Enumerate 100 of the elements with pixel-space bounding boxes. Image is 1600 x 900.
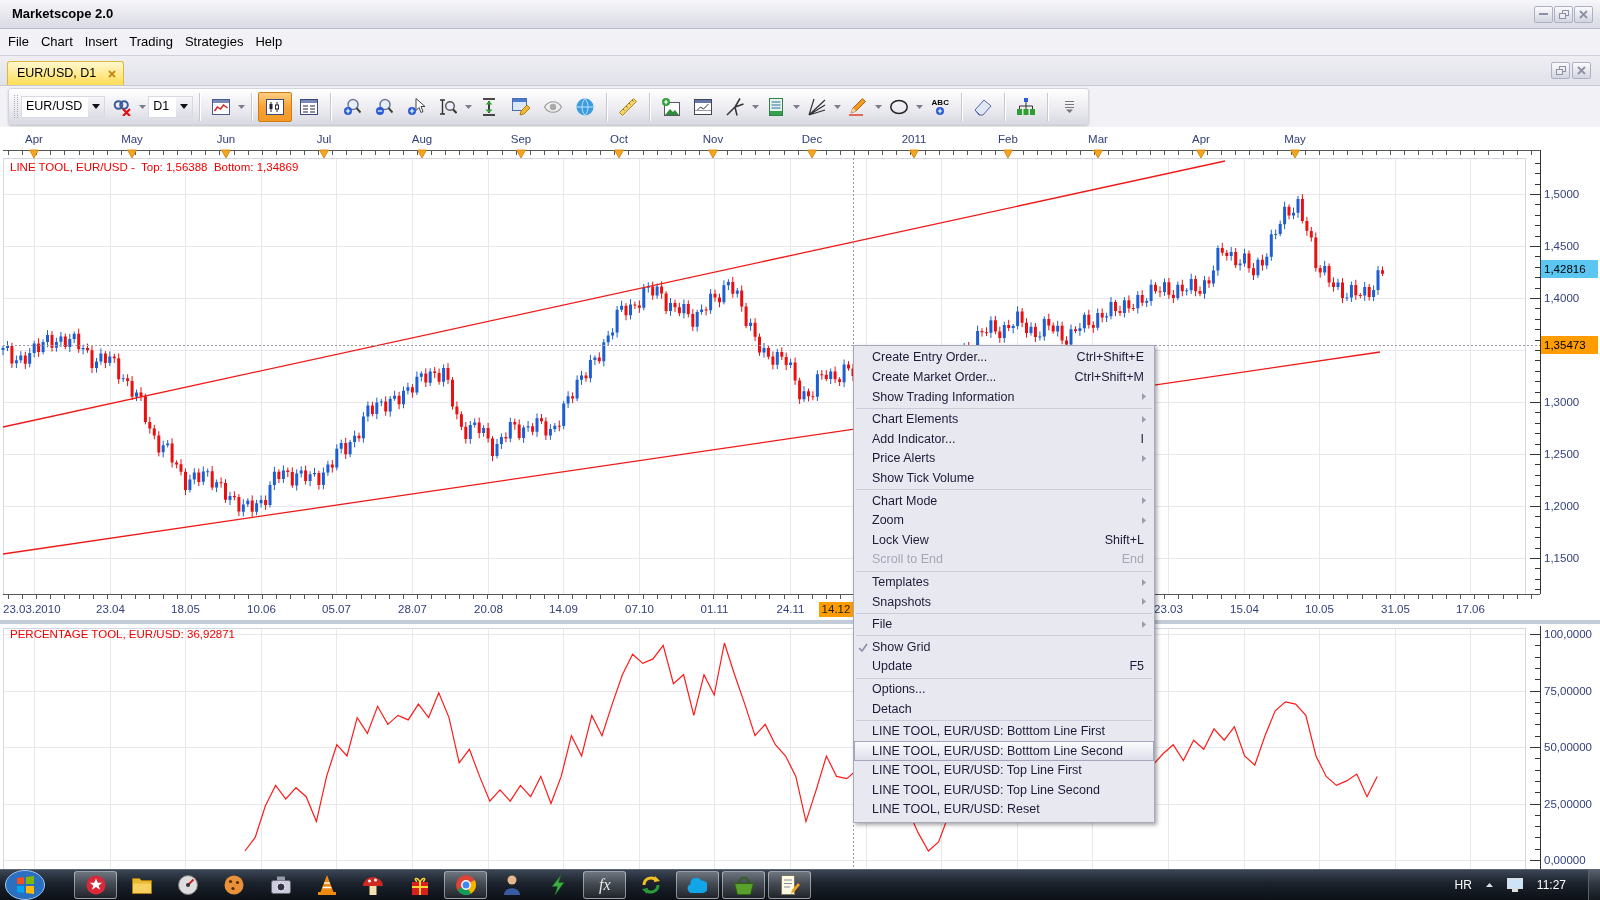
date-label: 23.04 (96, 603, 125, 615)
gift-icon[interactable] (409, 875, 430, 895)
context-menu-item[interactable]: Options... (854, 679, 1154, 700)
context-menu-item[interactable]: Chart Mode (854, 491, 1154, 511)
context-menu-item[interactable]: Show Trading Information (854, 387, 1154, 407)
range-zoom-icon[interactable] (439, 97, 458, 116)
context-menu-item[interactable]: Show Grid (854, 637, 1154, 657)
clock[interactable]: 11:27 (1536, 876, 1566, 894)
context-menu-item[interactable]: File (854, 614, 1154, 635)
gauge-icon[interactable] (178, 875, 199, 895)
chart-window-icon[interactable] (694, 97, 713, 116)
context-menu-item[interactable]: LINE TOOL, EUR/USD: Top Line First (854, 760, 1154, 781)
context-menu-item[interactable]: Templates (854, 572, 1154, 593)
cursor-plus-icon[interactable] (407, 97, 426, 116)
context-menu-item[interactable]: Update F5 (854, 656, 1154, 677)
pencil-icon[interactable] (849, 97, 868, 116)
menu-item[interactable]: Chart (34, 32, 79, 52)
image-plus-icon[interactable] (662, 97, 681, 116)
month-label: Sep (510, 133, 532, 145)
ruler-icon[interactable] (619, 97, 638, 116)
month-label: Aug (411, 133, 433, 145)
restore-button[interactable] (1551, 62, 1570, 79)
zoom-in-icon[interactable] (343, 97, 362, 116)
document-tab[interactable]: EUR/USD, D1 (7, 61, 125, 85)
dropdown-field[interactable]: EUR/USD (21, 95, 106, 118)
show-desktop-button[interactable] (1588, 870, 1600, 900)
close-icon[interactable] (108, 69, 117, 78)
window-pencil-icon[interactable] (512, 97, 531, 116)
context-menu-item[interactable]: Price Alerts (854, 448, 1154, 469)
context-menu-item[interactable]: Snapshots (854, 592, 1154, 612)
tricolor-disc-icon (455, 875, 476, 895)
text-tool-button[interactable]: ABC (925, 91, 956, 122)
close-icon (1579, 9, 1588, 19)
zoom-out-icon[interactable] (375, 97, 394, 116)
ellipse-icon[interactable] (890, 97, 909, 116)
context-menu-item[interactable]: LINE TOOL, EUR/USD: Top Line Second (854, 780, 1154, 801)
context-menu-item[interactable]: Detach (854, 699, 1154, 719)
close-button[interactable] (1572, 62, 1591, 79)
chart-legend: LINE TOOL, EUR/USD - Top: 1,56388 Bottom: 1,34869 (10, 161, 299, 173)
context-menu-item[interactable]: Chart Elements (854, 409, 1154, 430)
hierarchy-icon[interactable] (1017, 97, 1036, 116)
fan-lines-icon[interactable] (808, 97, 827, 116)
restore-button[interactable] (1554, 5, 1573, 23)
cone-icon[interactable] (317, 875, 337, 895)
taskbar-button[interactable] (444, 871, 488, 899)
camera-icon[interactable] (270, 875, 291, 895)
eraser-icon[interactable] (974, 97, 993, 116)
taskbar-button[interactable] (74, 871, 117, 899)
menu-item[interactable]: File (2, 32, 35, 52)
mushroom-icon[interactable] (363, 875, 384, 895)
dotted-disc-icon[interactable] (224, 875, 245, 895)
date-label: 31.05 (1381, 603, 1410, 615)
toolbar-button[interactable] (258, 91, 293, 122)
start-orb-icon[interactable] (5, 870, 45, 900)
overflow-icon[interactable] (1064, 100, 1074, 113)
month-label: Oct (610, 133, 628, 145)
caret-icon[interactable] (1485, 883, 1493, 887)
context-menu-item[interactable]: Lock View Shift+L (854, 530, 1154, 550)
context-menu-item[interactable]: LINE TOOL, EUR/USD: Botttom Line Second (854, 741, 1154, 761)
month-label: Apr (1192, 133, 1210, 145)
person-icon[interactable] (502, 875, 523, 895)
language-indicator[interactable]: HR (1454, 876, 1472, 894)
taskbar-button[interactable] (675, 871, 719, 899)
date-label: 20.08 (474, 603, 503, 615)
taskbar-button[interactable] (722, 871, 766, 899)
star-disc-icon (85, 875, 106, 895)
chart-window-icon[interactable] (212, 97, 231, 116)
list-window-icon[interactable] (300, 97, 319, 116)
context-menu-item[interactable]: Zoom (854, 510, 1154, 531)
globe-icon[interactable] (576, 97, 595, 116)
date-label: 23.03 (1154, 603, 1183, 615)
date-label: 23.03.2010 (3, 603, 61, 615)
menu-item[interactable]: Insert (78, 32, 124, 52)
monitor-icon[interactable] (1506, 878, 1523, 892)
keyboard-shortcut: Shift+L (1103, 531, 1145, 549)
menu-item[interactable]: Help (249, 32, 289, 52)
link-cross-icon[interactable] (113, 97, 132, 116)
dropdown-field[interactable]: D1 (148, 95, 194, 118)
context-menu-item[interactable]: Show Tick Volume (854, 468, 1154, 489)
circular-arrows-icon[interactable] (641, 875, 662, 895)
context-menu-item[interactable]: Create Entry Order... Ctrl+Shift+E (854, 348, 1154, 368)
context-menu-item[interactable]: LINE TOOL, EUR/USD: Reset (854, 800, 1154, 820)
close-button[interactable] (1574, 5, 1593, 23)
pitchfork-icon[interactable] (726, 97, 745, 116)
context-menu-item[interactable]: Create Market Order... Ctrl+Shift+M (854, 367, 1154, 388)
caret-icon[interactable] (92, 104, 101, 109)
context-menu-item[interactable]: Add Indicator... I (854, 429, 1154, 449)
minimize-button[interactable] (1534, 5, 1553, 23)
taskbar-button[interactable]: fx (583, 871, 627, 899)
context-menu-item[interactable]: LINE TOOL, EUR/USD: Botttom Line First (854, 721, 1154, 742)
taskbar-button[interactable] (768, 871, 812, 899)
menu-item[interactable]: Trading (123, 32, 179, 52)
menu-item[interactable]: Strategies (178, 32, 250, 52)
caret-icon[interactable] (180, 104, 189, 109)
folder-icon[interactable] (131, 875, 152, 895)
date-label: 17.06 (1456, 603, 1485, 615)
keyboard-shortcut: I (1139, 430, 1145, 448)
grip-icon[interactable] (13, 94, 19, 119)
document-icon[interactable] (767, 97, 786, 116)
restore-icon (1558, 9, 1569, 19)
